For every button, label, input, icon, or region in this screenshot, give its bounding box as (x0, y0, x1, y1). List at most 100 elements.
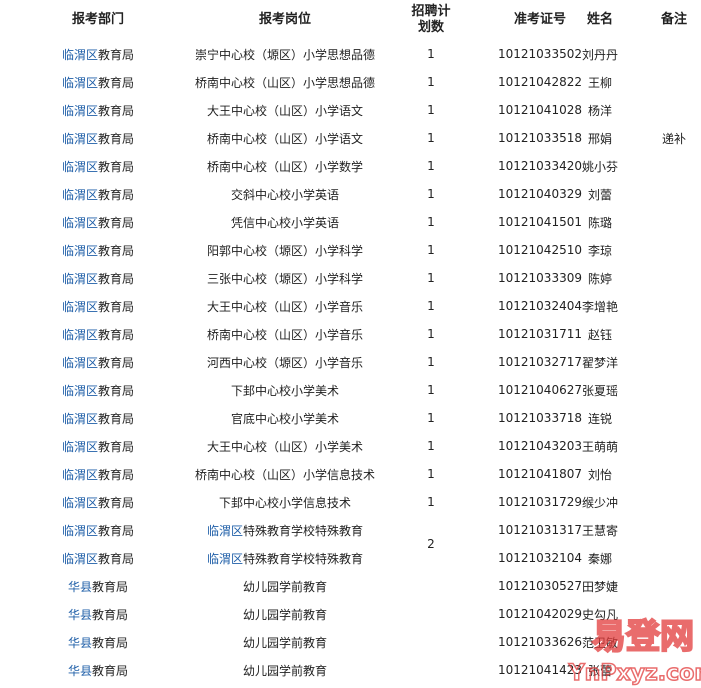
table-row: 临渭区 教育局 大王中心校（山区）小学美术 1 10121043203 王萌萌 (0, 432, 701, 460)
note-cell (634, 460, 701, 488)
dept-link[interactable]: 临渭区 (62, 326, 98, 343)
note-cell (634, 544, 701, 572)
dept-link[interactable]: 临渭区 (62, 158, 98, 175)
table-row: 临渭区 教育局 大王中心校（山区）小学语文 1 10121041028 杨洋 (0, 96, 701, 124)
dept-link[interactable]: 临渭区 (62, 494, 98, 511)
post-link[interactable]: 临渭区 (207, 522, 243, 539)
dept-cell: 临渭区 教育局 (18, 348, 178, 376)
dept-link[interactable]: 华县 (68, 606, 92, 623)
table-row: 临渭区 教育局 桥南中心校（山区）小学信息技术 1 10121041807 刘怡 (0, 460, 701, 488)
post-link[interactable]: 临渭区 (207, 550, 243, 567)
dept-link[interactable]: 临渭区 (62, 382, 98, 399)
dept-link[interactable]: 临渭区 (62, 74, 98, 91)
quota-cell: 1 (427, 439, 435, 453)
dept-cell: 临渭区 教育局 (18, 544, 178, 572)
post-text: 下邽中心校小学信息技术 (218, 495, 351, 510)
post-text: 凭信中心校小学英语 (230, 215, 339, 230)
note-cell (634, 376, 701, 404)
dept-cell: 临渭区 教育局 (18, 488, 178, 516)
quota-cell: 1 (427, 103, 435, 117)
dept-suffix: 教育局 (98, 299, 135, 314)
dept-link[interactable]: 临渭区 (62, 466, 98, 483)
dept-link[interactable]: 临渭区 (62, 522, 98, 539)
dept-link[interactable]: 临渭区 (62, 102, 98, 119)
quota-cell: 1 (427, 299, 435, 313)
dept-link[interactable]: 临渭区 (62, 130, 98, 147)
post-cell: 幼儿园学前教育 (178, 628, 392, 656)
table-row: 临渭区 教育局 阳郭中心校（塬区）小学科学 1 10121042510 李琼 (0, 236, 701, 264)
dept-suffix: 教育局 (98, 187, 135, 202)
dept-cell: 临渭区 教育局 (18, 236, 178, 264)
note-cell (634, 292, 701, 320)
table-row: 临渭区 教育局 三张中心校（塬区）小学科学 1 10121033309 陈婷 (0, 264, 701, 292)
dept-link[interactable]: 临渭区 (62, 438, 98, 455)
header-note: 备注 (660, 12, 687, 27)
dept-link[interactable]: 临渭区 (62, 354, 98, 371)
dept-link[interactable]: 临渭区 (62, 186, 98, 203)
quota-cell: 1 (427, 411, 435, 425)
post-cell: 大王中心校（山区）小学美术 (178, 432, 392, 460)
note-cell (634, 236, 701, 264)
table-row: 华县 教育局 幼儿园学前教育 10121041423 张蕾 (0, 656, 701, 684)
dept-cell: 临渭区 教育局 (18, 292, 178, 320)
dept-link[interactable]: 临渭区 (62, 550, 98, 567)
dept-cell: 临渭区 教育局 (18, 96, 178, 124)
post-text: 桥南中心校（山区）小学思想品德 (194, 75, 375, 90)
dept-link[interactable]: 临渭区 (62, 298, 98, 315)
merged-quota-cell: 2 (427, 537, 435, 551)
table-row: 华县 教育局 幼儿园学前教育 10121042029 史勾凡 (0, 600, 701, 628)
dept-cell: 华县 教育局 (18, 572, 178, 600)
post-cell: 下邽中心校小学美术 (178, 376, 392, 404)
quota-cell (392, 656, 470, 684)
post-cell: 桥南中心校（山区）小学信息技术 (178, 460, 392, 488)
dept-suffix: 教育局 (98, 467, 135, 482)
dept-link[interactable]: 临渭区 (62, 242, 98, 259)
header-quota: 招聘计 划数 (392, 0, 470, 40)
dept-link[interactable]: 临渭区 (62, 46, 98, 63)
dept-link[interactable]: 临渭区 (62, 270, 98, 287)
post-text: 河西中心校（塬区）小学音乐 (206, 355, 363, 370)
dept-link[interactable]: 华县 (68, 662, 92, 679)
dept-suffix: 教育局 (98, 159, 135, 174)
dept-suffix: 教育局 (98, 355, 135, 370)
post-text: 大王中心校（山区）小学语文 (206, 103, 363, 118)
dept-link[interactable]: 临渭区 (62, 410, 98, 427)
post-cell: 凭信中心校小学英语 (178, 208, 392, 236)
post-text: 桥南中心校（山区）小学数学 (206, 159, 363, 174)
post-text: 幼儿园学前教育 (242, 607, 327, 622)
note-cell (634, 488, 701, 516)
note-cell (634, 628, 701, 656)
dept-suffix: 教育局 (98, 131, 135, 146)
post-cell: 桥南中心校（山区）小学音乐 (178, 320, 392, 348)
dept-cell: 临渭区 教育局 (18, 208, 178, 236)
post-cell: 临渭区 特殊教育学校特殊教育 (178, 544, 392, 572)
results-table: 报考部门 报考岗位 招聘计 划数 准考证号 姓名 备注 临渭区 教育局 崇宁中心校（… (0, 0, 701, 688)
post-cell: 阳郭中心校（塬区）小学科学 (178, 236, 392, 264)
table-row: 临渭区 教育局 河西中心校（塬区）小学音乐 1 10121032717 翟梦洋 (0, 348, 701, 376)
dept-cell: 临渭区 教育局 (18, 432, 178, 460)
post-cell: 三张中心校（塬区）小学科学 (178, 264, 392, 292)
dept-suffix: 教育局 (98, 75, 135, 90)
quota-cell: 1 (427, 75, 435, 89)
dept-suffix: 教育局 (98, 383, 135, 398)
quota-cell: 1 (427, 159, 435, 173)
dept-link[interactable]: 华县 (68, 578, 92, 595)
quota-cell: 1 (427, 243, 435, 257)
quota-cell: 1 (427, 355, 435, 369)
post-text: 桥南中心校（山区）小学音乐 (206, 327, 363, 342)
dept-link[interactable]: 临渭区 (62, 214, 98, 231)
note-cell (634, 68, 701, 96)
dept-suffix: 教育局 (98, 47, 135, 62)
post-cell: 桥南中心校（山区）小学语文 (178, 124, 392, 152)
post-cell: 桥南中心校（山区）小学数学 (178, 152, 392, 180)
note-cell (634, 180, 701, 208)
post-text: 幼儿园学前教育 (242, 579, 327, 594)
table-row: 临渭区 教育局 交斜中心校小学英语 1 10121040329 刘蕾 (0, 180, 701, 208)
quota-cell (392, 572, 470, 600)
post-text: 官底中心校小学美术 (230, 411, 339, 426)
note-cell (634, 404, 701, 432)
quota-cell: 1 (427, 383, 435, 397)
dept-link[interactable]: 华县 (68, 634, 92, 651)
header-post: 报考岗位 (258, 12, 311, 27)
dept-suffix: 教育局 (98, 103, 135, 118)
